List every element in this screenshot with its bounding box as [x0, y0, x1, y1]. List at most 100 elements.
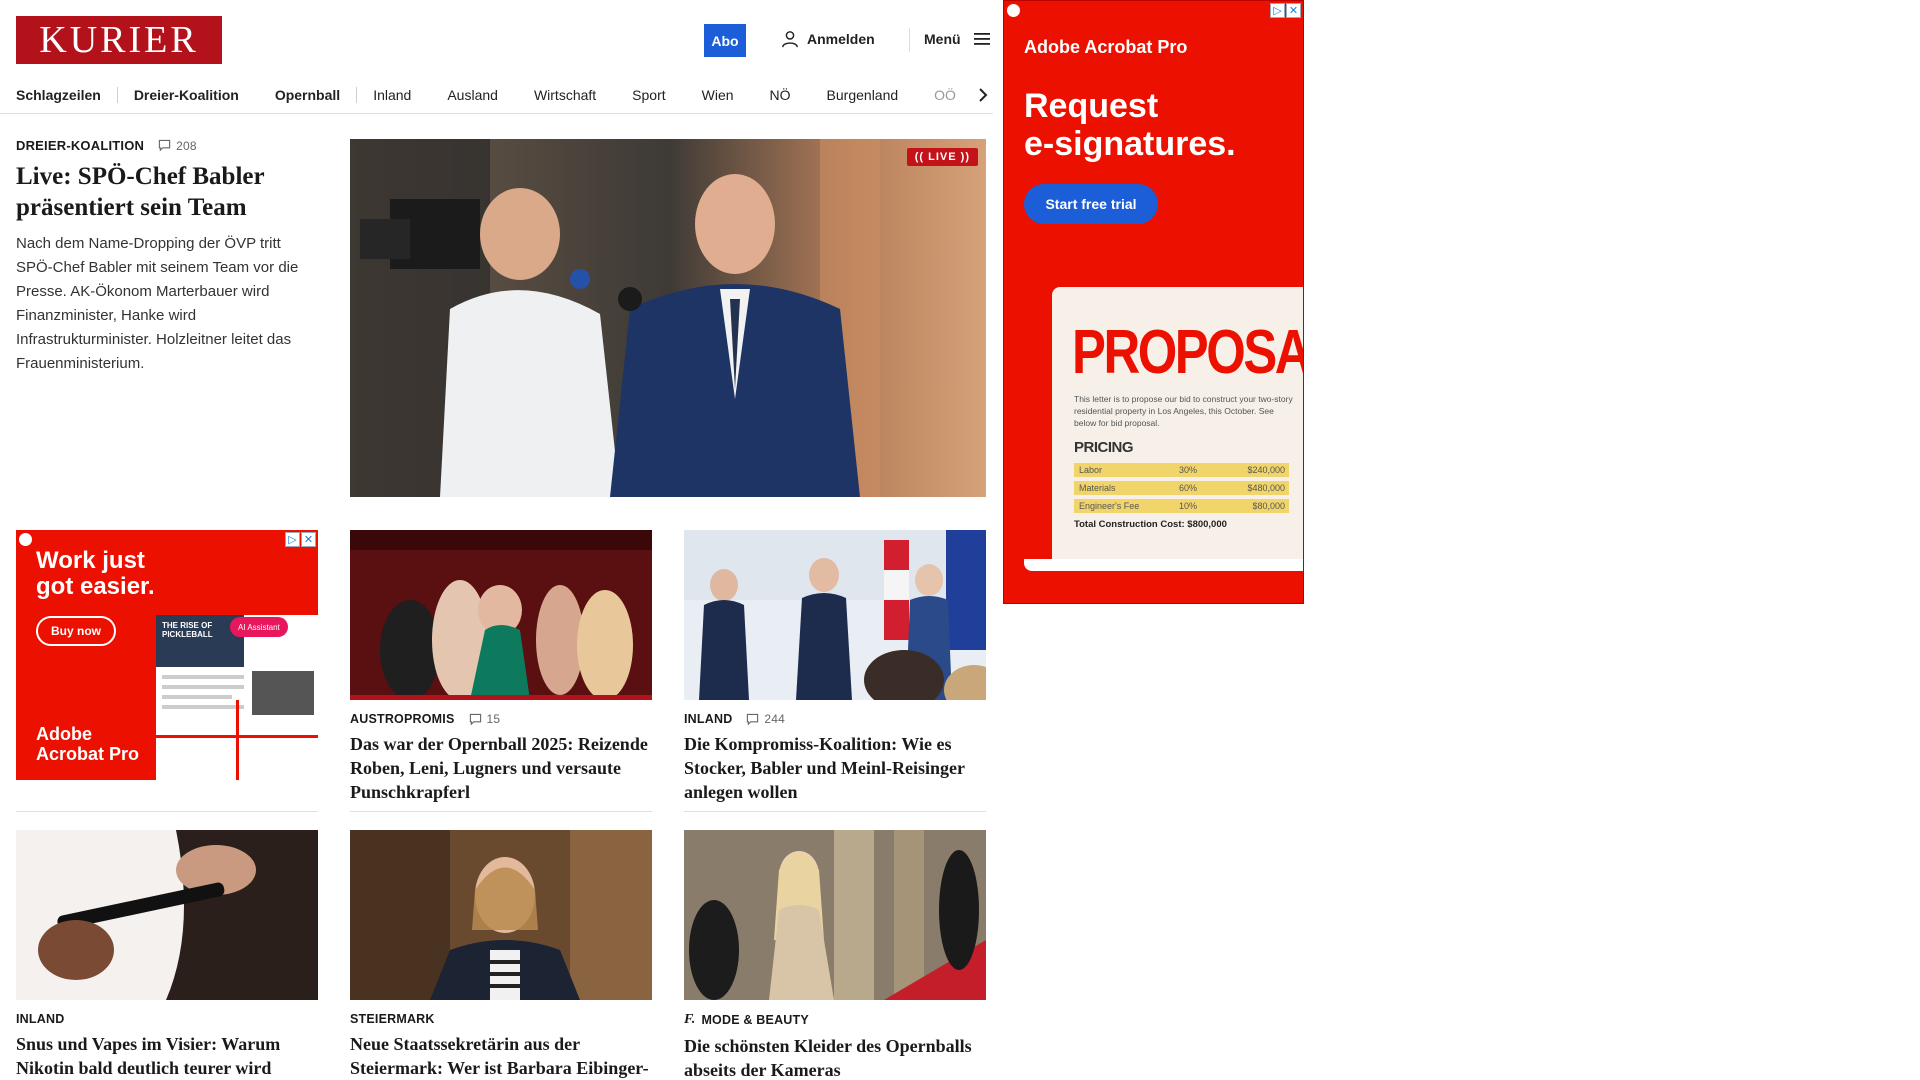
- pricing-total: Total Construction Cost: $800,000: [1074, 519, 1227, 530]
- card-category[interactable]: INLAND: [16, 1012, 64, 1026]
- nav-item-schlagzeilen[interactable]: Schlagzeilen: [16, 87, 101, 103]
- vape-photo: [16, 830, 318, 1000]
- nav-item-inland[interactable]: Inland: [373, 87, 411, 103]
- card-title[interactable]: Neue Staatssekretärin aus der Steiermark…: [350, 1032, 652, 1080]
- nav-bottom-border: [0, 113, 993, 114]
- card-category[interactable]: AUSTROPROMIS: [350, 712, 455, 726]
- article-card[interactable]: AUSTROPROMIS 15 Das war der Opernball 20…: [350, 530, 652, 804]
- ad-small-document: THE RISE OF PICKLEBALL AI Assistant: [156, 615, 318, 780]
- nav-item-sport[interactable]: Sport: [632, 87, 665, 103]
- comment-icon: [469, 713, 481, 725]
- opernball-photo: [350, 530, 652, 700]
- article-card[interactable]: STEIERMARK Neue Staatssekretärin aus der…: [350, 830, 652, 1080]
- kurier-logo[interactable]: KURIER: [16, 16, 222, 64]
- category-nav: Schlagzeilen Dreier-Koalition Opernball …: [16, 78, 988, 112]
- article-image[interactable]: [684, 530, 986, 700]
- brand-f-icon: f.: [684, 1012, 696, 1027]
- pricing-pct: 10%: [1179, 501, 1198, 511]
- nav-item-noe[interactable]: NÖ: [770, 87, 791, 103]
- comment-count-value: 15: [486, 712, 501, 726]
- article-image[interactable]: [16, 830, 318, 1000]
- nav-divider: [116, 87, 118, 103]
- live-badge: (( LIVE )): [906, 148, 978, 166]
- article-card[interactable]: INLAND Snus und Vapes im Visier: Warum N…: [16, 830, 318, 1080]
- card-title[interactable]: Die Kompromiss-Koalition: Wie es Stocker…: [684, 732, 986, 804]
- site-header: KURIER Abo Anmelden Menü: [16, 16, 990, 66]
- nav-scroll-right-button[interactable]: [971, 78, 988, 112]
- start-free-trial-button[interactable]: Start free trial: [1024, 184, 1158, 224]
- pricing-table: Labor 30% $240,000 Materials 60% $480,00…: [1074, 463, 1289, 530]
- ad-choices[interactable]: ▷ ✕: [285, 532, 316, 547]
- card-separator: [16, 811, 318, 812]
- pricing-row: Materials 60% $480,000: [1074, 481, 1289, 495]
- pricing-pct: 60%: [1179, 483, 1198, 493]
- nav-item-wien[interactable]: Wien: [702, 87, 734, 103]
- card-meta: STEIERMARK: [350, 1012, 652, 1026]
- buy-now-button[interactable]: Buy now: [36, 616, 116, 646]
- ad-choices[interactable]: ▷ ✕: [1270, 3, 1301, 18]
- menu-button[interactable]: Menü: [924, 30, 991, 48]
- hero-meta: DREIER-KOALITION 208: [16, 138, 321, 153]
- card-separator: [684, 811, 986, 812]
- adchoices-icon[interactable]: ▷: [1270, 3, 1285, 18]
- adobe-ad-small[interactable]: ▷ ✕ Work just got easier. Buy now Adobe …: [16, 530, 318, 780]
- hero-comment-count[interactable]: 208: [158, 139, 197, 153]
- header-divider: [909, 28, 910, 52]
- ad-small-doc-title-1: THE RISE OF: [162, 621, 213, 630]
- card-category[interactable]: MODE & BEAUTY: [701, 1013, 808, 1027]
- live-label: LIVE: [928, 151, 957, 163]
- hero-photo: [350, 139, 986, 497]
- ad-small-doc-title-2: PICKLEBALL: [162, 630, 213, 639]
- ad-badge-icon: [1007, 4, 1020, 17]
- card-category[interactable]: STEIERMARK: [350, 1012, 435, 1026]
- ad-right-doc-base: [1024, 559, 1303, 571]
- ad-small-doc-photo: [252, 671, 314, 715]
- proposal-title: PROPOSAL: [1072, 318, 1303, 387]
- hero-article[interactable]: DREIER-KOALITION 208 Live: SPÖ-Chef Babl…: [16, 138, 321, 376]
- login-button[interactable]: Anmelden: [781, 30, 875, 48]
- ad-right-headline-2: e-signatures.: [1024, 125, 1236, 163]
- card-meta: INLAND: [16, 1012, 318, 1026]
- article-image[interactable]: [684, 830, 986, 1000]
- article-image[interactable]: [350, 830, 652, 1000]
- card-title[interactable]: Das war der Opernball 2025: Reizende Rob…: [350, 732, 652, 804]
- nav-item-burgenland[interactable]: Burgenland: [827, 87, 899, 103]
- hero-image[interactable]: (( LIVE )): [350, 139, 986, 497]
- pricing-item: Materials: [1079, 483, 1116, 493]
- close-icon[interactable]: ✕: [301, 532, 316, 547]
- nav-item-opernball[interactable]: Opernball: [275, 87, 340, 103]
- card-title[interactable]: Die schönsten Kleider des Opernballs abs…: [684, 1034, 986, 1080]
- card-meta: AUSTROPROMIS 15: [350, 712, 652, 726]
- card-meta: f. MODE & BEAUTY: [684, 1012, 986, 1028]
- hamburger-icon: [973, 33, 990, 45]
- pricing-amount: $80,000: [1252, 501, 1285, 511]
- pricing-item: Engineer's Fee: [1079, 501, 1140, 511]
- ad-small-brand-2: Acrobat Pro: [36, 744, 140, 764]
- adobe-ad-skyscraper[interactable]: ▷ ✕ Adobe Acrobat Pro Request e-signatur…: [1003, 0, 1304, 604]
- chevron-right-icon: [979, 88, 988, 102]
- hero-title[interactable]: Live: SPÖ-Chef Babler präsentiert sein T…: [16, 161, 321, 223]
- card-comment-count[interactable]: 244: [746, 712, 785, 726]
- card-title[interactable]: Snus und Vapes im Visier: Warum Nikotin …: [16, 1032, 318, 1080]
- card-separator: [350, 811, 652, 812]
- pricing-label: PRICING: [1074, 439, 1134, 456]
- article-card[interactable]: f. MODE & BEAUTY Die schönsten Kleider d…: [684, 830, 986, 1080]
- hero-lead: Nach dem Name-Dropping der ÖVP tritt SPÖ…: [16, 235, 299, 372]
- nav-item-ooe[interactable]: OÖ: [934, 87, 956, 103]
- pricing-row: Engineer's Fee 10% $80,000: [1074, 499, 1289, 513]
- close-icon[interactable]: ✕: [1286, 3, 1301, 18]
- proposal-text: This letter is to propose our bid to con…: [1074, 394, 1293, 428]
- nav-item-wirtschaft[interactable]: Wirtschaft: [534, 87, 596, 103]
- abo-button[interactable]: Abo: [704, 24, 746, 57]
- article-image[interactable]: [350, 530, 652, 700]
- card-comment-count[interactable]: 15: [469, 712, 501, 726]
- nav-item-ausland[interactable]: Ausland: [447, 87, 498, 103]
- hero-category[interactable]: DREIER-KOALITION: [16, 138, 144, 153]
- ad-small-headline-2: got easier.: [36, 573, 155, 600]
- article-card[interactable]: INLAND 244 Die Kompromiss-Koalition: Wie…: [684, 530, 986, 804]
- adchoices-icon[interactable]: ▷: [285, 532, 300, 547]
- card-category[interactable]: INLAND: [684, 712, 732, 726]
- press-conference-photo: [684, 530, 986, 700]
- nav-item-dreier-koalition[interactable]: Dreier-Koalition: [134, 87, 239, 103]
- pricing-item: Labor: [1079, 465, 1103, 475]
